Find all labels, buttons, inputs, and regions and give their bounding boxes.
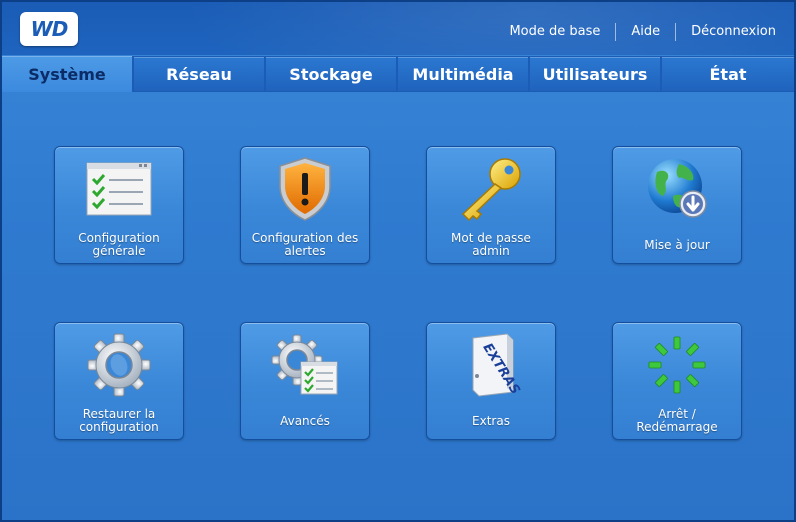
- app-window: WD Mode de base Aide Déconnexion Système…: [0, 0, 796, 522]
- top-navigation: Mode de base Aide Déconnexion: [494, 22, 776, 42]
- tile-label-line2: générale: [92, 244, 146, 258]
- logout-link[interactable]: Déconnexion: [676, 23, 776, 41]
- checklist-icon: [84, 155, 154, 223]
- tile-general-config[interactable]: Configuration générale: [54, 146, 184, 264]
- globe-download-icon: [642, 155, 712, 223]
- power-spinner-icon: [642, 331, 712, 399]
- tile-label: Avancés: [243, 407, 367, 435]
- header-bar: WD Mode de base Aide Déconnexion: [2, 2, 794, 55]
- tile-label-line1: Mot de passe: [451, 231, 531, 245]
- tile-label-line2: alertes: [284, 244, 326, 258]
- extras-box-icon: EXTRAS: [456, 331, 526, 399]
- tab-storage[interactable]: Stockage: [266, 57, 396, 91]
- tile-label-line2: Redémarrage: [636, 420, 718, 434]
- tile-update[interactable]: Mise à jour: [612, 146, 742, 264]
- wd-logo-text: WD: [30, 17, 69, 41]
- tile-label: Mot de passe admin: [429, 231, 553, 259]
- gear-checklist-icon: [270, 331, 340, 399]
- tile-label: Arrêt / Redémarrage: [615, 407, 739, 435]
- tile-extras[interactable]: EXTRAS Extras: [426, 322, 556, 440]
- tile-shutdown-restart[interactable]: Arrêt / Redémarrage: [612, 322, 742, 440]
- tile-admin-password[interactable]: Mot de passe admin: [426, 146, 556, 264]
- main-tabs: Système Réseau Stockage Multimédia Utili…: [2, 56, 794, 92]
- gear-icon: [84, 331, 154, 399]
- tab-status[interactable]: État: [662, 57, 794, 91]
- help-link[interactable]: Aide: [616, 23, 677, 41]
- tab-multimedia[interactable]: Multimédia: [398, 57, 528, 91]
- alert-shield-icon: [270, 155, 340, 223]
- tile-label-line1: Configuration: [78, 231, 160, 245]
- tile-label: Mise à jour: [615, 231, 739, 259]
- tile-label: Restaurer la configuration: [57, 407, 181, 435]
- tile-restore-config[interactable]: Restaurer la configuration: [54, 322, 184, 440]
- wd-logo: WD: [20, 12, 78, 46]
- tile-label-line1: Extras: [472, 413, 510, 428]
- tile-label-line1: Arrêt /: [658, 407, 696, 421]
- tab-network[interactable]: Réseau: [134, 57, 264, 91]
- tile-label-line2: admin: [472, 244, 510, 258]
- tab-users[interactable]: Utilisateurs: [530, 57, 660, 91]
- tab-system[interactable]: Système: [2, 56, 132, 92]
- tile-label-line1: Mise à jour: [644, 237, 710, 252]
- tile-label-line1: Avancés: [280, 413, 330, 428]
- tile-advanced[interactable]: Avancés: [240, 322, 370, 440]
- tile-alert-config[interactable]: Configuration des alertes: [240, 146, 370, 264]
- tile-label-line1: Restaurer la: [82, 407, 156, 421]
- tile-label-line1: Configuration des: [251, 231, 359, 245]
- tile-label: Extras: [429, 407, 553, 435]
- basic-mode-link[interactable]: Mode de base: [494, 23, 617, 41]
- tile-label: Configuration des alertes: [243, 231, 367, 259]
- tile-label: Configuration générale: [57, 231, 181, 259]
- key-icon: [456, 155, 526, 223]
- tile-label-line2: configuration: [79, 420, 159, 434]
